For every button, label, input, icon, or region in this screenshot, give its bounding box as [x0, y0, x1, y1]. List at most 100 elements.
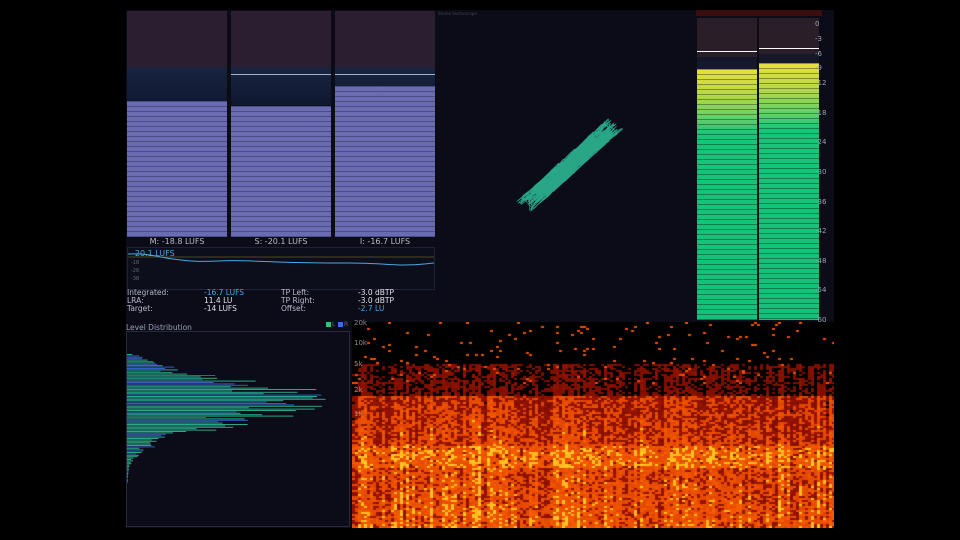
- histogram-bar: [127, 432, 173, 434]
- short-term-meter-fill: [231, 105, 331, 237]
- level-bar-right: [759, 63, 819, 320]
- histogram-bar: [127, 398, 326, 400]
- histogram-bar: [127, 449, 144, 451]
- histogram-bar: [127, 366, 175, 368]
- stats-left-values: -16.7 LUFS 11.4 LU -14 LUFS: [204, 289, 244, 313]
- histogram-bar: [127, 453, 137, 455]
- histogram-bar: [127, 379, 203, 381]
- histogram-bar: [127, 463, 132, 465]
- histogram-bar: [127, 443, 151, 445]
- histogram-bar: [127, 383, 235, 385]
- integrated-peak-marker: [335, 74, 435, 76]
- histogram-bar: [127, 382, 214, 383]
- histogram-bar: [127, 446, 155, 448]
- freq-label: 5k: [354, 360, 363, 368]
- histogram-bar: [127, 428, 197, 430]
- level-scale-label: -12: [815, 79, 827, 88]
- histogram-bar: [127, 358, 143, 360]
- level-scale-label: -48: [815, 256, 827, 265]
- distribution-histogram: [126, 331, 350, 527]
- histogram-bar: [127, 391, 298, 393]
- freq-label: 20k: [354, 319, 367, 327]
- histogram-bar: [127, 384, 248, 386]
- level-scale-label: -24: [815, 138, 827, 147]
- histogram-bar: [127, 474, 128, 476]
- histogram-bar: [127, 450, 143, 452]
- histogram-bar: [127, 372, 173, 374]
- histogram-bar: [127, 377, 218, 379]
- legend-right: R: [338, 321, 348, 328]
- stats-right-keys: TP Left: TP Right: Offset:: [281, 289, 315, 313]
- histogram-bar: [127, 400, 284, 402]
- histogram-bar: [127, 425, 226, 427]
- histogram-bar: [127, 354, 133, 355]
- histogram-bar: [127, 370, 161, 372]
- histogram-bar: [127, 418, 245, 420]
- level-scale-label: -6: [815, 49, 822, 58]
- histogram-bar: [127, 456, 138, 458]
- level-scale-label: 0: [815, 20, 820, 28]
- histogram-bar: [127, 433, 166, 435]
- history-tick: -38: [131, 276, 140, 282]
- histogram-bar: [127, 415, 294, 417]
- histogram-bar: [127, 365, 163, 367]
- level-meter-right: [759, 18, 819, 320]
- level-scale-label: -18: [815, 108, 827, 117]
- histogram-bar: [127, 435, 162, 437]
- histogram-bar: [127, 368, 166, 369]
- scope-trace-path: [516, 118, 623, 212]
- histogram-bar: [127, 403, 287, 404]
- histogram-bar: [127, 417, 206, 418]
- histogram-bar: [127, 445, 152, 446]
- level-scale-label: -36: [815, 197, 827, 206]
- histogram-bar: [127, 362, 155, 364]
- histogram-bar: [127, 468, 129, 470]
- level-meter-panel: 0 -3 -6 -9 -12 -18 -24 -30 -36 -42 -48 -54 -60: [696, 10, 834, 324]
- target-key: Target:: [127, 304, 153, 313]
- histogram-bar: [127, 464, 130, 466]
- histogram-bar: [127, 407, 249, 409]
- peak-hold-left: [697, 51, 757, 53]
- integrated-label: I: -16.7 LUFS: [359, 237, 411, 246]
- histogram-bar: [127, 389, 317, 390]
- offset-key: Offset:: [281, 304, 307, 313]
- stats-left-keys: Integrated: LRA: Target:: [127, 289, 169, 313]
- histogram-bar: [127, 442, 151, 444]
- histogram-bar: [127, 454, 139, 456]
- histogram-bar: [127, 359, 148, 361]
- history-value: -20.1 LUFS: [132, 249, 175, 258]
- integrated-meter-fill: [335, 85, 435, 237]
- histogram-bar: [127, 431, 187, 432]
- level-distribution-panel: Level Distribution L R: [126, 321, 352, 528]
- histogram-bar: [127, 478, 128, 480]
- histogram-bar: [127, 457, 134, 459]
- histogram-bar: [127, 397, 313, 399]
- momentary-meter-fill: [127, 101, 227, 237]
- level-meter-left: [697, 18, 757, 320]
- loudness-panel: M: -18.8 LUFS S: -20.1 LUFS I: -16.7 LUF…: [126, 10, 436, 322]
- histogram-bar: [127, 459, 132, 460]
- freq-label: 10k: [354, 339, 367, 347]
- histogram-bar: [127, 411, 237, 413]
- histogram-bar: [127, 401, 267, 403]
- spectrogram-display: [352, 322, 834, 528]
- histogram-bar: [127, 470, 129, 472]
- histogram-bar: [127, 419, 248, 421]
- histogram-bar: [127, 408, 315, 410]
- histogram-bar: [127, 361, 154, 362]
- histogram-bar: [127, 436, 165, 438]
- histogram-bar: [127, 376, 201, 378]
- integrated-loudness-meter: [335, 11, 435, 237]
- histogram-bar: [127, 429, 217, 431]
- vectorscope-panel: Stereo Vectorscope: [436, 10, 696, 322]
- momentary-loudness-meter: [127, 11, 227, 237]
- legend-left: L: [326, 321, 335, 328]
- histogram-bar: [127, 412, 241, 414]
- histogram-bar: [127, 424, 248, 425]
- histogram-bar: [127, 373, 188, 375]
- histogram-bar: [127, 440, 157, 442]
- short-term-peak-marker: [231, 74, 331, 76]
- histogram-bar: [127, 414, 262, 416]
- histogram-bar: [127, 438, 159, 439]
- short-term-label: S: -20.1 LUFS: [254, 237, 308, 246]
